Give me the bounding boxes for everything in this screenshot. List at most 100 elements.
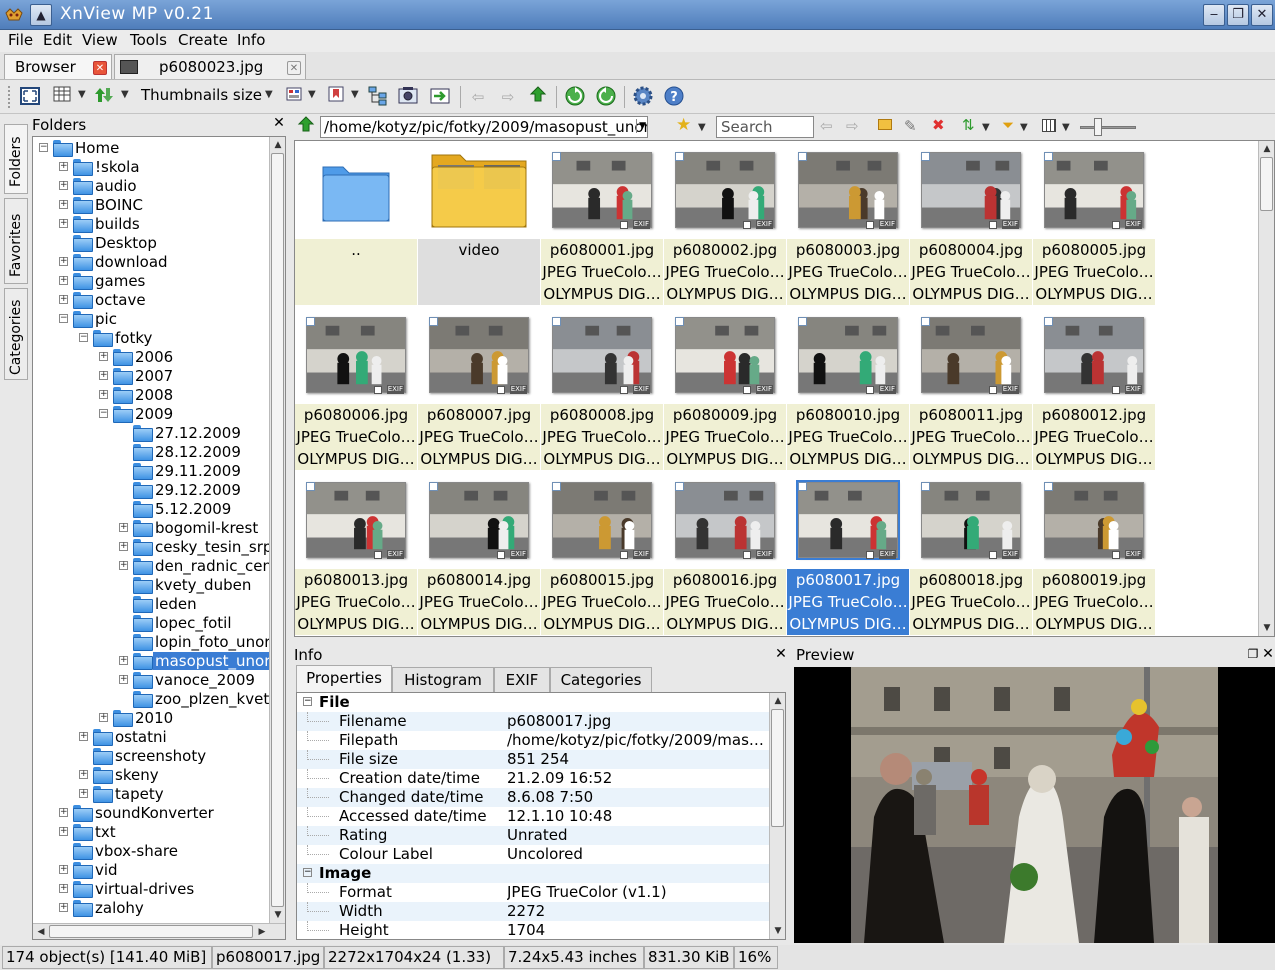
zoom-slider[interactable] <box>1080 126 1136 129</box>
scroll-thumb[interactable] <box>271 153 284 907</box>
edit-icon[interactable]: ✎ <box>904 117 917 135</box>
view-grid-icon[interactable] <box>1042 119 1056 132</box>
select-checkbox[interactable] <box>1044 482 1053 491</box>
search-input[interactable]: Search <box>716 116 814 138</box>
thumbnail-p6080016[interactable]: EXIF p6080016.jpg JPEG TrueColo… OLYMPUS DI… <box>664 471 786 635</box>
property-group[interactable]: − File <box>297 693 769 712</box>
thumbnail-p6080009[interactable]: EXIF p6080009.jpg JPEG TrueColo… OLYMPUS DI… <box>664 306 786 470</box>
tree-horizontal-scrollbar[interactable]: ◀ ▶ <box>33 923 285 939</box>
select-checkbox[interactable] <box>306 317 315 326</box>
capture-icon[interactable] <box>396 85 420 109</box>
thumbnail-p6080002[interactable]: EXIF p6080002.jpg JPEG TrueColo… OLYMPUS DI… <box>664 141 786 305</box>
thumbnail-p6080017[interactable]: EXIF p6080017.jpg JPEG TrueColo… OLYMPUS DI… <box>787 471 909 635</box>
star-icon[interactable]: ★ <box>676 115 691 135</box>
thumbnail-video[interactable]: video <box>418 141 540 305</box>
select-checkbox[interactable] <box>921 152 930 161</box>
maximize-button[interactable]: ❐ <box>1227 4 1249 26</box>
menu-file[interactable]: File <box>8 31 33 49</box>
collapse-icon[interactable]: − <box>303 868 312 877</box>
sort-dropdown-icon[interactable]: ▼ <box>982 122 990 133</box>
select-checkbox[interactable] <box>798 317 807 326</box>
select-checkbox[interactable] <box>552 317 561 326</box>
scroll-thumb[interactable] <box>1260 157 1273 211</box>
thumbnails-size-label[interactable]: Thumbnails size <box>141 86 262 104</box>
grid-vertical-scrollbar[interactable]: ▲ ▼ <box>1258 141 1274 636</box>
scroll-up-icon[interactable]: ▲ <box>1260 142 1274 156</box>
tab-image[interactable]: p6080023.jpg ✕ <box>114 54 306 79</box>
thumbnail-parent[interactable]: .. <box>295 141 417 305</box>
close-icon[interactable]: ✕ <box>287 61 301 75</box>
preview-image[interactable] <box>794 667 1275 943</box>
tab-properties[interactable]: Properties <box>296 665 392 692</box>
thumbnail-p6080007[interactable]: EXIF p6080007.jpg JPEG TrueColo… OLYMPUS DI… <box>418 306 540 470</box>
select-checkbox[interactable] <box>675 152 684 161</box>
thumbnail-grid[interactable]: .. video EXIF p6080001.jpg JPEG TrueColo… OLY… <box>294 140 1275 637</box>
zoom-slider-handle[interactable] <box>1094 118 1102 136</box>
toolbar-handle[interactable] <box>8 86 12 108</box>
select-checkbox[interactable] <box>1044 317 1053 326</box>
favorites-dropdown-icon[interactable]: ▼ <box>698 122 706 133</box>
thumbnail-p6080011[interactable]: EXIF p6080011.jpg JPEG TrueColo… OLYMPUS DI… <box>910 306 1032 470</box>
menu-tools[interactable]: Tools <box>130 31 167 49</box>
select-checkbox[interactable] <box>675 482 684 491</box>
select-checkbox[interactable] <box>552 482 561 491</box>
scroll-left-icon[interactable]: ◀ <box>34 925 48 939</box>
expand-icon[interactable]: + <box>99 352 108 361</box>
tab-folders[interactable]: Folders <box>4 124 28 194</box>
sort-icon[interactable]: ⇅ <box>962 116 975 134</box>
folder-tree[interactable]: − Home + !skola + audio + BOINC + builds Desktop + d… <box>32 136 286 940</box>
scroll-down-icon[interactable]: ▼ <box>771 924 785 938</box>
collapse-icon[interactable]: − <box>79 333 88 342</box>
scroll-right-icon[interactable]: ▶ <box>255 925 269 939</box>
reload-icon[interactable] <box>594 85 618 109</box>
expand-icon[interactable]: + <box>79 732 88 741</box>
select-checkbox[interactable] <box>675 317 684 326</box>
scroll-up-icon[interactable]: ▲ <box>771 694 785 708</box>
thumbnail-p6080008[interactable]: EXIF p6080008.jpg JPEG TrueColo… OLYMPUS DI… <box>541 306 663 470</box>
property-group[interactable]: − Image <box>297 864 769 883</box>
forward-icon[interactable]: ⇨ <box>846 117 859 135</box>
thumbnail-p6080010[interactable]: EXIF p6080010.jpg JPEG TrueColo… OLYMPUS DI… <box>787 306 909 470</box>
expand-icon[interactable]: + <box>59 200 68 209</box>
back-icon[interactable]: ⇦ <box>466 85 490 109</box>
expand-icon[interactable]: + <box>99 713 108 722</box>
select-checkbox[interactable] <box>921 482 930 491</box>
scroll-thumb[interactable] <box>49 925 253 938</box>
scroll-down-icon[interactable]: ▼ <box>1260 621 1274 635</box>
expand-icon[interactable]: + <box>99 390 108 399</box>
expand-icon[interactable]: + <box>59 276 68 285</box>
go-up-icon[interactable] <box>294 115 318 139</box>
view-mode-icon[interactable] <box>50 85 74 109</box>
close-icon[interactable]: ✕ <box>272 116 286 131</box>
folder-tree-icon[interactable] <box>366 85 390 109</box>
thumbnail-p6080004[interactable]: EXIF p6080004.jpg JPEG TrueColo… OLYMPUS DI… <box>910 141 1032 305</box>
delete-icon[interactable]: ✖ <box>932 116 945 134</box>
tab-favorites[interactable]: Favorites <box>4 198 28 284</box>
select-checkbox[interactable] <box>921 317 930 326</box>
thumbnail-p6080019[interactable]: EXIF p6080019.jpg JPEG TrueColo… OLYMPUS DI… <box>1033 471 1155 635</box>
expand-icon[interactable]: + <box>119 523 128 532</box>
expand-icon[interactable]: + <box>59 257 68 266</box>
filter-funnel-icon[interactable]: ⏷ <box>1002 116 1014 134</box>
thumbnail-p6080015[interactable]: EXIF p6080015.jpg JPEG TrueColo… OLYMPUS DI… <box>541 471 663 635</box>
view-mode-dropdown-icon[interactable]: ▼ <box>78 89 86 100</box>
menu-info[interactable]: Info <box>237 31 265 49</box>
expand-icon[interactable]: + <box>119 656 128 665</box>
sort-dropdown-icon[interactable]: ▼ <box>121 89 129 100</box>
select-checkbox[interactable] <box>1044 152 1053 161</box>
tab-categories[interactable]: Categories <box>550 667 652 692</box>
thumbnail-p6080005[interactable]: EXIF p6080005.jpg JPEG TrueColo… OLYMPUS DI… <box>1033 141 1155 305</box>
expand-icon[interactable]: + <box>119 561 128 570</box>
expand-icon[interactable]: + <box>59 903 68 912</box>
help-icon[interactable]: ? <box>662 85 686 109</box>
scroll-down-icon[interactable]: ▼ <box>271 908 285 922</box>
expand-icon[interactable]: + <box>59 219 68 228</box>
expand-icon[interactable]: + <box>119 675 128 684</box>
collapse-icon[interactable]: − <box>59 314 68 323</box>
expand-icon[interactable]: + <box>59 865 68 874</box>
filter-dropdown-icon[interactable]: ▼ <box>1020 122 1028 133</box>
new-folder-icon[interactable] <box>878 119 892 130</box>
expand-icon[interactable]: + <box>79 770 88 779</box>
expand-icon[interactable]: + <box>59 295 68 304</box>
select-checkbox[interactable] <box>552 152 561 161</box>
